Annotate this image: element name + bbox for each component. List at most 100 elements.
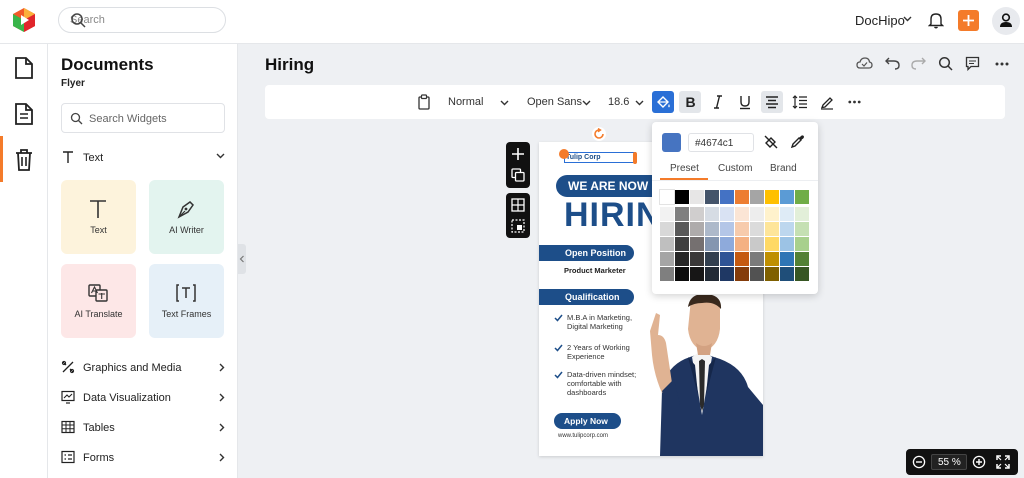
apply-now-button[interactable]: Apply Now [554, 413, 621, 429]
tile-text-frames[interactable]: Text Frames [149, 264, 224, 338]
more-options-icon[interactable] [848, 100, 861, 134]
color-swatch[interactable] [795, 252, 809, 266]
color-swatch[interactable] [750, 207, 764, 221]
color-swatch[interactable] [705, 190, 719, 204]
color-swatch[interactable] [780, 237, 794, 251]
italic-button[interactable] [707, 91, 729, 113]
color-swatch[interactable] [675, 190, 689, 204]
comment-icon[interactable] [965, 56, 980, 71]
color-swatch[interactable] [780, 252, 794, 266]
zoom-out-icon[interactable] [912, 455, 926, 469]
redo-icon[interactable] [911, 56, 926, 70]
tile-ai-writer[interactable]: AI Writer [149, 180, 224, 254]
color-swatch[interactable] [795, 267, 809, 281]
select-area-icon[interactable] [511, 219, 525, 233]
color-swatch[interactable] [765, 222, 779, 236]
color-swatch[interactable] [720, 190, 734, 204]
tile-text[interactable]: Text [61, 180, 136, 254]
color-swatch[interactable] [705, 222, 719, 236]
color-swatch[interactable] [735, 252, 749, 266]
color-swatch[interactable] [705, 252, 719, 266]
trash-icon[interactable] [13, 148, 35, 172]
color-swatch[interactable] [690, 190, 704, 204]
color-swatch[interactable] [795, 222, 809, 236]
flyer-url[interactable]: www.tulipcorp.com [558, 433, 608, 439]
color-swatch[interactable] [690, 252, 704, 266]
underline-button[interactable] [734, 91, 756, 113]
document-icon[interactable] [13, 56, 35, 80]
chevron-down-icon[interactable] [216, 153, 225, 159]
color-swatch[interactable] [795, 207, 809, 221]
page-icon[interactable] [13, 102, 35, 126]
color-swatch[interactable] [660, 252, 674, 266]
color-swatch[interactable] [720, 222, 734, 236]
color-swatch[interactable] [750, 237, 764, 251]
widget-search[interactable]: Search Widgets [61, 103, 225, 133]
color-swatch[interactable] [705, 267, 719, 281]
add-icon[interactable] [511, 147, 525, 161]
zoom-in-icon[interactable] [972, 455, 986, 469]
chevron-down-icon[interactable] [500, 100, 509, 134]
color-swatch[interactable] [795, 190, 809, 204]
global-search[interactable]: Search [58, 7, 226, 33]
color-swatch[interactable] [780, 190, 794, 204]
document-title[interactable]: Hiring [265, 55, 314, 75]
chevron-down-icon[interactable] [582, 100, 591, 134]
chevron-down-icon[interactable] [635, 100, 644, 134]
color-swatch[interactable] [780, 222, 794, 236]
flyer-headline[interactable]: HIRING [564, 196, 654, 240]
color-swatch[interactable] [675, 207, 689, 221]
chevron-right-icon[interactable] [219, 453, 225, 462]
color-swatch[interactable] [690, 222, 704, 236]
section-graphics-media[interactable]: Graphics and Media [61, 358, 225, 378]
dochipo-logo-icon[interactable] [12, 7, 36, 33]
color-swatch[interactable] [690, 267, 704, 281]
chevron-right-icon[interactable] [219, 363, 225, 372]
flyer-banner[interactable]: WE ARE NOW [556, 175, 666, 197]
widget-search-input[interactable]: Search Widgets [89, 113, 167, 125]
open-position-pill[interactable]: Open Position [539, 245, 634, 261]
color-swatch[interactable] [735, 207, 749, 221]
qualification-item[interactable]: M.B.A in Marketing, Digital Marketing [554, 313, 644, 335]
color-swatch[interactable] [765, 207, 779, 221]
fullscreen-icon[interactable] [996, 455, 1010, 469]
tile-ai-translate[interactable]: AI Translate [61, 264, 136, 338]
section-data-visualization[interactable]: Data Visualization [61, 388, 225, 408]
color-swatch[interactable] [795, 237, 809, 251]
color-swatch[interactable] [720, 237, 734, 251]
color-swatch[interactable] [720, 207, 734, 221]
tab-brand[interactable]: Brand [770, 163, 797, 174]
avatar[interactable] [992, 7, 1020, 35]
open-position-value[interactable]: Product Marketer [564, 266, 626, 275]
search-icon[interactable] [70, 12, 217, 28]
color-swatch[interactable] [660, 237, 674, 251]
color-swatch[interactable] [720, 252, 734, 266]
section-forms[interactable]: Forms [61, 448, 225, 468]
color-swatch[interactable] [750, 267, 764, 281]
color-swatch[interactable] [780, 267, 794, 281]
bold-button[interactable]: B [679, 91, 701, 113]
style-dropdown[interactable]: Normal [448, 96, 483, 108]
grid-icon[interactable] [511, 198, 525, 212]
color-swatch[interactable] [735, 237, 749, 251]
zoom-level[interactable]: 55 % [931, 454, 967, 470]
color-swatch[interactable] [735, 222, 749, 236]
create-new-button[interactable] [958, 10, 979, 31]
color-swatch[interactable] [765, 267, 779, 281]
color-swatch[interactable] [735, 190, 749, 204]
no-fill-icon[interactable] [763, 134, 779, 150]
fill-color-button[interactable] [652, 91, 674, 113]
chevron-down-icon[interactable] [903, 16, 912, 22]
color-swatch[interactable] [690, 237, 704, 251]
qualification-item[interactable]: Data-driven mindset; comfortable with da… [554, 370, 644, 400]
font-dropdown[interactable]: Open Sans [527, 96, 582, 108]
search-icon[interactable] [938, 56, 953, 71]
highlight-button[interactable] [816, 91, 838, 113]
line-spacing-button[interactable] [789, 91, 811, 113]
section-text[interactable]: Text [61, 148, 225, 168]
font-size-dropdown[interactable]: 18.6 [608, 96, 629, 108]
panel-collapse-handle[interactable] [238, 244, 246, 274]
align-center-button[interactable] [761, 91, 783, 113]
color-swatch[interactable] [750, 190, 764, 204]
workspace-name[interactable]: DocHipo [855, 13, 905, 28]
